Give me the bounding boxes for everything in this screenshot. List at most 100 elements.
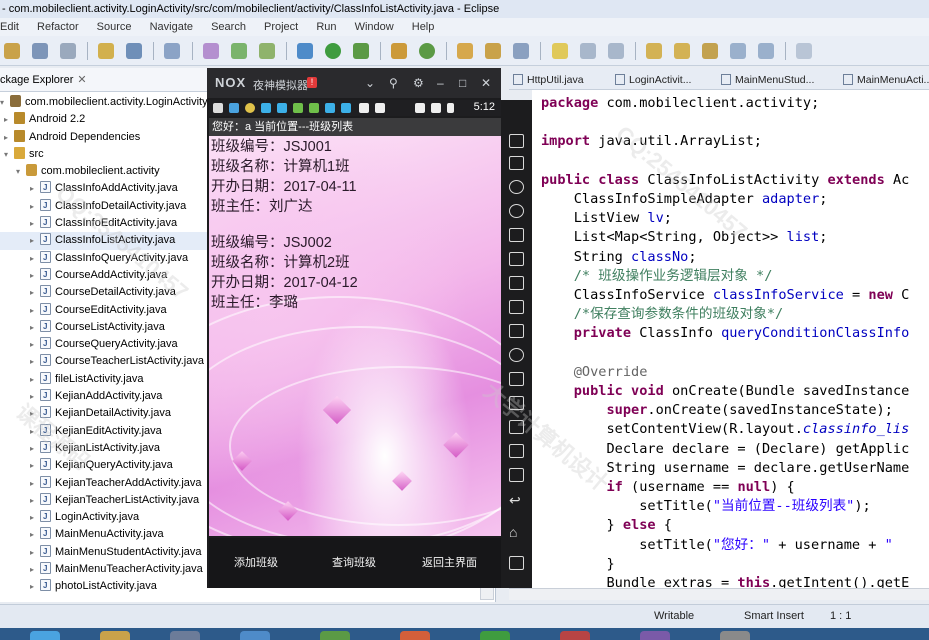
open-type-icon[interactable] xyxy=(457,43,474,59)
recent-apps-icon[interactable] xyxy=(509,556,524,570)
chevron-right-icon[interactable]: ▸ xyxy=(30,232,40,249)
tab-mainmenuactivity[interactable]: MainMenuActi... xyxy=(843,70,929,89)
chevron-right-icon[interactable]: ▸ xyxy=(30,180,40,197)
chevron-right-icon[interactable]: ▸ xyxy=(30,284,40,301)
lint-icon[interactable] xyxy=(258,43,275,59)
back-to-main-button[interactable]: 返回主界面 xyxy=(422,554,477,570)
menu-icon[interactable] xyxy=(509,444,524,458)
print-icon[interactable] xyxy=(60,43,77,59)
mark-occurrences-icon[interactable] xyxy=(551,43,568,59)
chevron-right-icon[interactable]: ▸ xyxy=(30,267,40,284)
pin-icon[interactable]: ⚲ xyxy=(389,76,398,90)
volume-up-icon[interactable] xyxy=(509,276,524,290)
class-item-1-teacher[interactable]: 班主任：刘广达 xyxy=(211,196,313,218)
class-item-1-name[interactable]: 班级名称：计算机1班 xyxy=(211,156,350,178)
code-editor[interactable]: package com.mobileclient.activity; impor… xyxy=(532,90,929,588)
editor-horizontal-scrollbar[interactable] xyxy=(509,588,929,600)
taskbar-app-icon[interactable] xyxy=(30,631,60,640)
perspective-icon[interactable] xyxy=(796,43,813,59)
taskbar-app-icon[interactable] xyxy=(170,631,200,640)
fullscreen-icon[interactable] xyxy=(509,252,524,266)
search-icon[interactable] xyxy=(513,43,530,59)
tab-httputil[interactable]: HttpUtil.java xyxy=(513,70,584,89)
avd-icon[interactable] xyxy=(230,43,247,59)
volume-down-icon[interactable] xyxy=(509,300,524,314)
prev-annotation-icon[interactable] xyxy=(673,43,690,59)
chevron-right-icon[interactable]: ▸ xyxy=(30,405,40,422)
close-icon[interactable]: ✕ xyxy=(481,76,491,90)
tab-loginactivity[interactable]: LoginActivit... xyxy=(615,70,691,89)
external-tools-icon[interactable] xyxy=(352,43,369,59)
chevron-right-icon[interactable]: ▸ xyxy=(30,302,40,319)
notification-badge[interactable]: ! xyxy=(307,77,317,88)
taskbar-app-icon[interactable] xyxy=(100,631,130,640)
home-icon[interactable]: ⌂ xyxy=(509,524,524,540)
new-icon[interactable] xyxy=(4,43,20,59)
class-item-1-date[interactable]: 开办日期：2017-04-11 xyxy=(211,176,357,198)
android-sdk-icon[interactable] xyxy=(202,43,219,59)
menu-window[interactable]: Window xyxy=(355,18,394,36)
chevron-right-icon[interactable]: ▸ xyxy=(30,561,40,578)
block-selection-icon[interactable] xyxy=(579,43,596,59)
menu-run[interactable]: Run xyxy=(316,18,336,36)
chevron-right-icon[interactable]: ▸ xyxy=(30,423,40,440)
keyboard-icon[interactable] xyxy=(509,134,524,148)
emulator-titlebar[interactable]: NOX 夜神模拟器 ! ⌄ ⚲ ⚙ – □ ✕ xyxy=(207,68,501,98)
taskbar-app-icon[interactable] xyxy=(320,631,350,640)
menu-help[interactable]: Help xyxy=(412,18,435,36)
taskbar-app-icon[interactable] xyxy=(560,631,590,640)
close-icon[interactable]: ✕ xyxy=(77,74,86,86)
tab-mainmenustudent[interactable]: MainMenuStud... xyxy=(721,70,814,89)
plus-icon[interactable] xyxy=(509,468,524,482)
class-item-2-name[interactable]: 班级名称：计算机2班 xyxy=(211,252,350,274)
last-edit-icon[interactable] xyxy=(701,43,718,59)
menu-project[interactable]: Project xyxy=(264,18,298,36)
chevron-right-icon[interactable]: ▸ xyxy=(30,509,40,526)
chevron-right-icon[interactable]: ▸ xyxy=(30,319,40,336)
chevron-right-icon[interactable]: ▸ xyxy=(30,250,40,267)
next-annotation-icon[interactable] xyxy=(645,43,662,59)
class-item-2-teacher[interactable]: 班主任：李璐 xyxy=(211,292,298,314)
chevron-right-icon[interactable]: ▸ xyxy=(30,544,40,561)
chevron-right-icon[interactable]: ▸ xyxy=(30,198,40,215)
menu-source[interactable]: Source xyxy=(97,18,132,36)
debug-icon[interactable] xyxy=(296,43,313,59)
chevron-right-icon[interactable]: ▸ xyxy=(30,440,40,457)
install-apk-icon[interactable] xyxy=(509,324,524,338)
new-package-icon[interactable] xyxy=(419,43,436,59)
gear-icon[interactable]: ⚙ xyxy=(413,76,424,90)
class-item-2-date[interactable]: 开办日期：2017-04-12 xyxy=(211,272,358,294)
shake-icon[interactable] xyxy=(509,348,524,362)
screen-icon[interactable] xyxy=(509,228,524,242)
menu-search[interactable]: Search xyxy=(211,18,246,36)
menu-refactor[interactable]: Refactor xyxy=(37,18,79,36)
class-item-1-no[interactable]: 班级编号：JSJ001 xyxy=(211,136,332,158)
multi-instance-icon[interactable] xyxy=(509,396,524,410)
chevron-right-icon[interactable]: ▸ xyxy=(30,526,40,543)
chevron-down-icon[interactable]: ⌄ xyxy=(365,76,375,90)
macro-icon[interactable] xyxy=(509,372,524,386)
chevron-right-icon[interactable]: ▸ xyxy=(30,336,40,353)
maximize-icon[interactable]: □ xyxy=(459,76,466,90)
scissors-icon[interactable] xyxy=(509,180,524,194)
chevron-right-icon[interactable]: ▸ xyxy=(30,492,40,509)
chevron-right-icon[interactable]: ▸ xyxy=(30,475,40,492)
menu-edit[interactable]: Edit xyxy=(0,18,19,36)
query-class-button[interactable]: 查询班级 xyxy=(332,554,376,570)
taskbar-app-icon[interactable] xyxy=(720,631,750,640)
open-resource-icon[interactable] xyxy=(485,43,502,59)
taskbar-app-icon[interactable] xyxy=(240,631,270,640)
location-icon[interactable] xyxy=(509,204,524,218)
run-icon[interactable] xyxy=(324,43,341,59)
taskbar-app-icon[interactable] xyxy=(400,631,430,640)
build-icon[interactable] xyxy=(98,43,115,59)
save-icon[interactable] xyxy=(32,43,49,59)
minimize-icon[interactable]: – xyxy=(437,76,444,90)
checkbox-icon[interactable] xyxy=(164,43,181,59)
chevron-right-icon[interactable]: ▸ xyxy=(30,215,40,232)
new-class-icon[interactable] xyxy=(391,43,408,59)
class-item-2-no[interactable]: 班级编号：JSJ002 xyxy=(211,232,332,254)
chevron-right-icon[interactable]: ▸ xyxy=(30,371,40,388)
chevron-right-icon[interactable]: ▸ xyxy=(30,353,40,370)
taskbar-app-icon[interactable] xyxy=(640,631,670,640)
